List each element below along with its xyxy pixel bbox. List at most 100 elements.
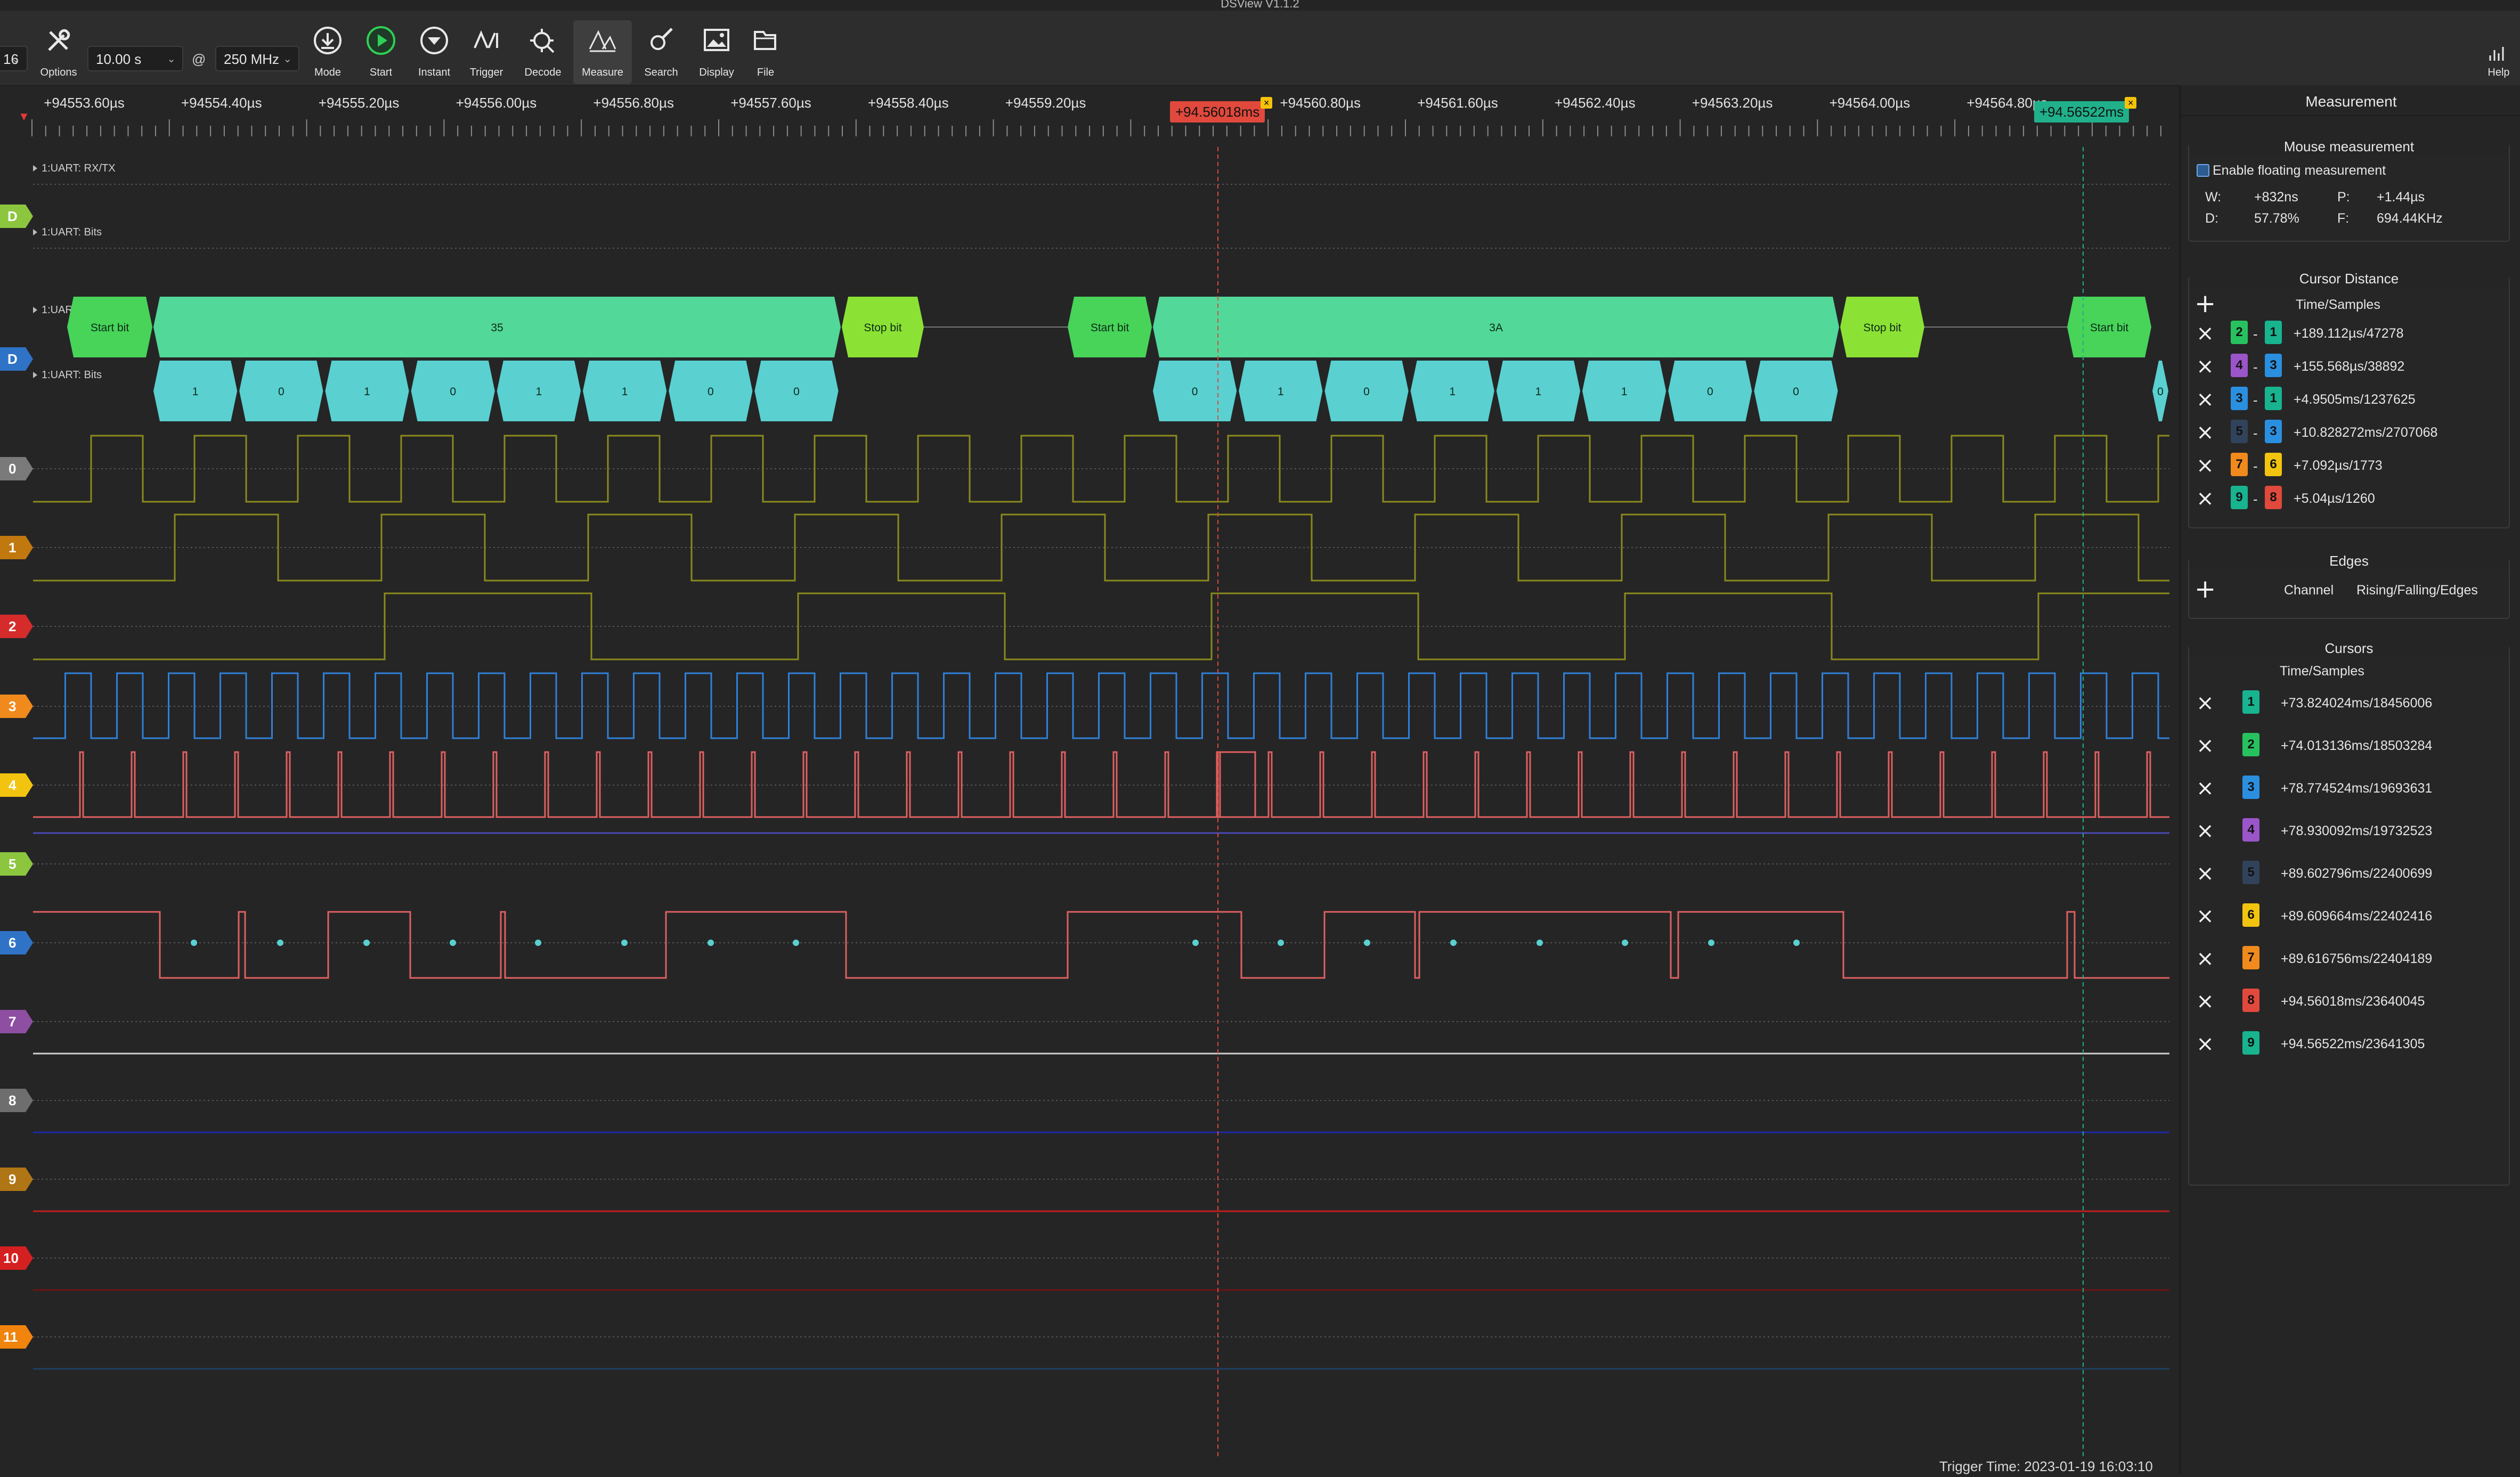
close-icon[interactable]: × [1261,97,1273,109]
uart-bit[interactable]: 1 [1239,361,1323,421]
channel-badge-0[interactable]: 0 [0,457,33,480]
uart-start-bit[interactable]: Start bit [1068,297,1152,357]
device-select[interactable]: 16 ⌄ [0,46,28,71]
channel-badge-9[interactable]: 9 [0,1168,33,1191]
file-button[interactable]: File [736,20,795,84]
trigger-time: Trigger Time: 2023-01-19 16:03:10 [1939,1458,2153,1474]
remove-cursor-button[interactable]: × [2194,991,2216,1012]
uart-start-bit[interactable]: Start bit [67,297,152,357]
uart-data-byte[interactable]: 35 [153,297,841,357]
remove-cursor-button[interactable]: × [2194,692,2216,714]
decoder-row-label[interactable]: 1:UART: Bits [42,226,102,238]
cursor-chip-7: 7 [2242,946,2259,969]
uart-bit[interactable]: 1 [1410,361,1494,421]
remove-cursor-button[interactable]: × [2194,863,2216,884]
channel-badge-6[interactable]: 6 [0,931,33,954]
remove-cursor-button[interactable]: × [2194,820,2216,842]
trigger-button[interactable]: Trigger [457,20,516,84]
channel-badge-11[interactable]: 11 [0,1325,33,1349]
svg-text:5: 5 [9,856,16,872]
cursor-chip-6: 6 [2242,903,2259,927]
help-button[interactable]: Help [2483,43,2515,79]
uart-stop-bit[interactable]: Stop bit [842,297,924,357]
uart-bit[interactable]: 0 [1754,361,1838,421]
uart-bit[interactable]: 1 [1496,361,1580,421]
remove-distance-button[interactable]: × [2194,356,2216,377]
cursor-chip-1: 1 [2265,387,2282,410]
uart-bit[interactable]: 0 [754,361,839,421]
uart-bit[interactable]: 0 [2152,361,2168,421]
uart-bit[interactable]: 1 [1582,361,1667,421]
channel-badge-7[interactable]: 7 [0,1010,33,1033]
uart-bit[interactable]: 0 [411,361,495,421]
cursor-distance-value: +10.828272ms/2707068 [2294,425,2438,440]
decoder-row-label[interactable]: 1:UART: RX/TX [42,162,116,174]
waveform-canvas[interactable]: 1:UART: RX/TX1:UART: Bits1:UART1:UART: B… [0,147,2169,1474]
dash-separator: - [2253,491,2258,507]
uart-stop-bit[interactable]: Stop bit [1840,297,1924,357]
cursor-chip-7: 7 [2231,453,2248,476]
svg-text:0: 0 [450,386,456,398]
channel-badge-4[interactable]: 4 [0,773,33,797]
remove-cursor-button[interactable]: × [2194,905,2216,927]
measure-button[interactable]: Measure [573,20,632,84]
channel-badge-3[interactable]: 3 [0,695,33,718]
start-label: Start [369,67,393,78]
channel-badge-5[interactable]: 5 [0,852,33,876]
svg-text:7: 7 [9,1014,16,1030]
sample-point [793,940,799,946]
measurement-panel: Measurement Mouse measurement Enable flo… [2179,85,2520,1474]
add-edge-button[interactable]: + [2194,576,2216,602]
close-icon[interactable]: × [2125,97,2137,109]
remove-cursor-button[interactable]: × [2194,735,2216,756]
options-button[interactable]: Options [29,20,88,84]
decode-button[interactable]: Decode [514,20,572,84]
sample-rate-select[interactable]: 250 MHz ⌄ [215,46,299,71]
uart-bit[interactable]: 0 [669,361,753,421]
decoder-badge[interactable]: D [0,347,33,371]
uart-bit[interactable]: 0 [1324,361,1409,421]
svg-text:1: 1 [536,386,542,398]
cursor-chip-3: 3 [2242,776,2259,799]
uart-bit[interactable]: 1 [153,361,238,421]
remove-distance-button[interactable]: × [2194,488,2216,509]
search-button[interactable]: Search [632,20,690,84]
edges-title: Edges [2189,553,2509,569]
channel-badge-8[interactable]: 8 [0,1089,33,1112]
uart-bit[interactable]: 0 [1668,361,1752,421]
channel-badge-10[interactable]: 10 [0,1246,33,1270]
start-button[interactable]: Start [352,20,410,84]
remove-cursor-button[interactable]: × [2194,948,2216,969]
cursor-flag[interactable]: +94.56018ms × [1170,97,1273,123]
uart-bit[interactable]: 1 [497,361,581,421]
remove-distance-button[interactable]: × [2194,323,2216,344]
sample-time-select[interactable]: 10.00 s ⌄ [87,46,183,71]
channel-badge-2[interactable]: 2 [0,615,33,638]
remove-distance-button[interactable]: × [2194,455,2216,476]
enable-floating-checkbox[interactable] [2197,164,2209,177]
decoder-row-label[interactable]: 1:UART: Bits [42,369,102,381]
uart-bit[interactable]: 1 [325,361,409,421]
cursor-distance-value: +4.9505ms/1237625 [2294,392,2416,407]
remove-cursor-button[interactable]: × [2194,778,2216,799]
add-distance-button[interactable]: + [2194,291,2216,316]
svg-text:0: 0 [1793,386,1799,398]
uart-bit[interactable]: 0 [239,361,323,421]
uart-start-bit[interactable]: Start bit [2067,297,2151,357]
svg-text:35: 35 [491,322,503,334]
cursor-flag[interactable]: +94.56522ms × [2034,97,2137,123]
instant-button[interactable]: Instant [405,20,464,84]
time-ruler[interactable]: +94553.60µs +94554.40µs +94555.20µs +94556.… [0,88,2169,147]
remove-distance-button[interactable]: × [2194,389,2216,410]
waveform-area[interactable]: 1:UART: RX/TX 1:UART: Bits 1:UART 1:UART: B… [0,147,2169,1474]
channel-badge-1[interactable]: 1 [0,536,33,559]
uart-bit[interactable]: 0 [1153,361,1237,421]
instant-icon [420,27,448,54]
mode-button[interactable]: Mode [298,20,357,84]
remove-distance-button[interactable]: × [2194,422,2216,443]
cursor-chip-3: 3 [2265,420,2282,443]
uart-bit[interactable]: 1 [583,361,667,421]
decoder-badge[interactable]: D [0,205,33,228]
remove-cursor-button[interactable]: × [2194,1033,2216,1055]
uart-data-byte[interactable]: 3A [1153,297,1839,357]
